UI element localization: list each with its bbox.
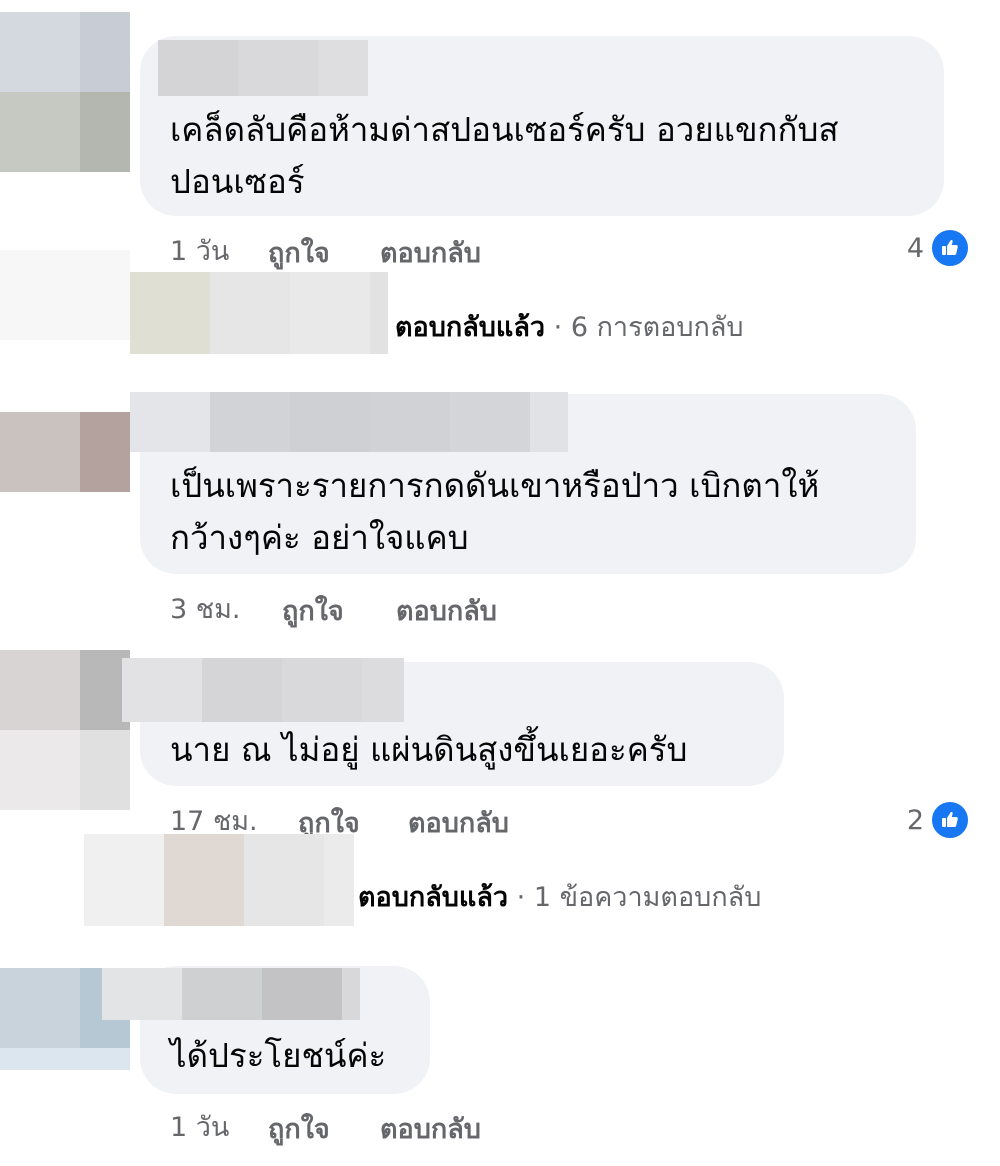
comment-bubble: เป็นเพราะรายการกดดันเขาหรือป่าว เบิกตาให…	[130, 392, 916, 574]
reply-button[interactable]: ตอบกลับ	[396, 596, 497, 628]
like-thumb-icon	[930, 228, 970, 268]
reaction-summary[interactable]: 4	[907, 228, 970, 268]
reaction-count: 2	[906, 804, 924, 836]
avatar	[0, 250, 130, 340]
view-replies-link[interactable]: ตอบกลับแล้ว · 1 ข้อความตอบกลับ	[358, 878, 761, 918]
comment-bubble: ได้ประโยชน์ค่ะ	[102, 966, 430, 1094]
avatar[interactable]	[0, 650, 130, 810]
reply-button[interactable]: ตอบกลับ	[380, 1114, 481, 1146]
commenter-name[interactable]	[158, 40, 368, 96]
reply-avatar[interactable]	[84, 834, 354, 926]
view-replies-link[interactable]: ตอบกลับแล้ว · 6 การตอบกลับ	[395, 308, 744, 348]
comment-text-line: ปอนเซอร์	[170, 162, 305, 201]
comment-text: นาย ณ ไม่อยู่ แผ่นดินสูงขึ้นเยอะครับ	[170, 724, 687, 776]
replied-label: ตอบกลับแล้ว	[358, 882, 509, 913]
commenter-name[interactable]	[122, 658, 404, 722]
timestamp[interactable]: 3 ชม.	[170, 594, 240, 626]
like-thumb-icon	[930, 800, 970, 840]
reply-count: 6 การตอบกลับ	[570, 312, 744, 343]
commenter-name[interactable]	[130, 392, 568, 452]
reply-button[interactable]: ตอบกลับ	[408, 808, 509, 840]
comment-text-line: นาย ณ ไม่อยู่ แผ่นดินสูงขึ้นเยอะครับ	[170, 730, 688, 769]
comment-text-line: ได้ประโยชน์ค่ะ	[170, 1036, 387, 1075]
comment-text-line: เป็นเพราะรายการกดดันเขาหรือป่าว เบิกตาให…	[170, 466, 820, 505]
comment-text: ได้ประโยชน์ค่ะ	[170, 1030, 386, 1082]
reply-button[interactable]: ตอบกลับ	[380, 238, 481, 270]
comment-text-line: กว้างๆค่ะ อย่าใจแคบ	[170, 518, 469, 557]
commenter-name[interactable]	[102, 968, 360, 1020]
timestamp[interactable]: 1 วัน	[170, 1112, 229, 1144]
replied-label: ตอบกลับแล้ว	[395, 312, 546, 343]
reaction-count: 4	[906, 232, 924, 264]
avatar[interactable]	[0, 412, 130, 492]
reply-count: 1 ข้อความตอบกลับ	[533, 882, 762, 913]
timestamp[interactable]: 1 วัน	[170, 236, 229, 268]
separator: ·	[516, 882, 526, 913]
avatar[interactable]	[0, 12, 130, 172]
comment-text: เป็นเพราะรายการกดดันเขาหรือป่าว เบิกตาให…	[170, 460, 819, 564]
comment-bubble: นาย ณ ไม่อยู่ แผ่นดินสูงขึ้นเยอะครับ	[122, 658, 784, 786]
comment-bubble: เคล็ดลับคือห้ามด่าสปอนเซอร์ครับ อวยแขกกั…	[140, 36, 944, 216]
reaction-summary[interactable]: 2	[907, 800, 970, 840]
comment-text: เคล็ดลับคือห้ามด่าสปอนเซอร์ครับ อวยแขกกั…	[170, 104, 839, 208]
separator: ·	[553, 312, 563, 343]
reply-avatar[interactable]	[130, 272, 388, 354]
like-button[interactable]: ถูกใจ	[282, 596, 344, 628]
comment-text-line: เคล็ดลับคือห้ามด่าสปอนเซอร์ครับ อวยแขกกั…	[170, 110, 839, 149]
like-button[interactable]: ถูกใจ	[268, 238, 330, 270]
like-button[interactable]: ถูกใจ	[268, 1114, 330, 1146]
